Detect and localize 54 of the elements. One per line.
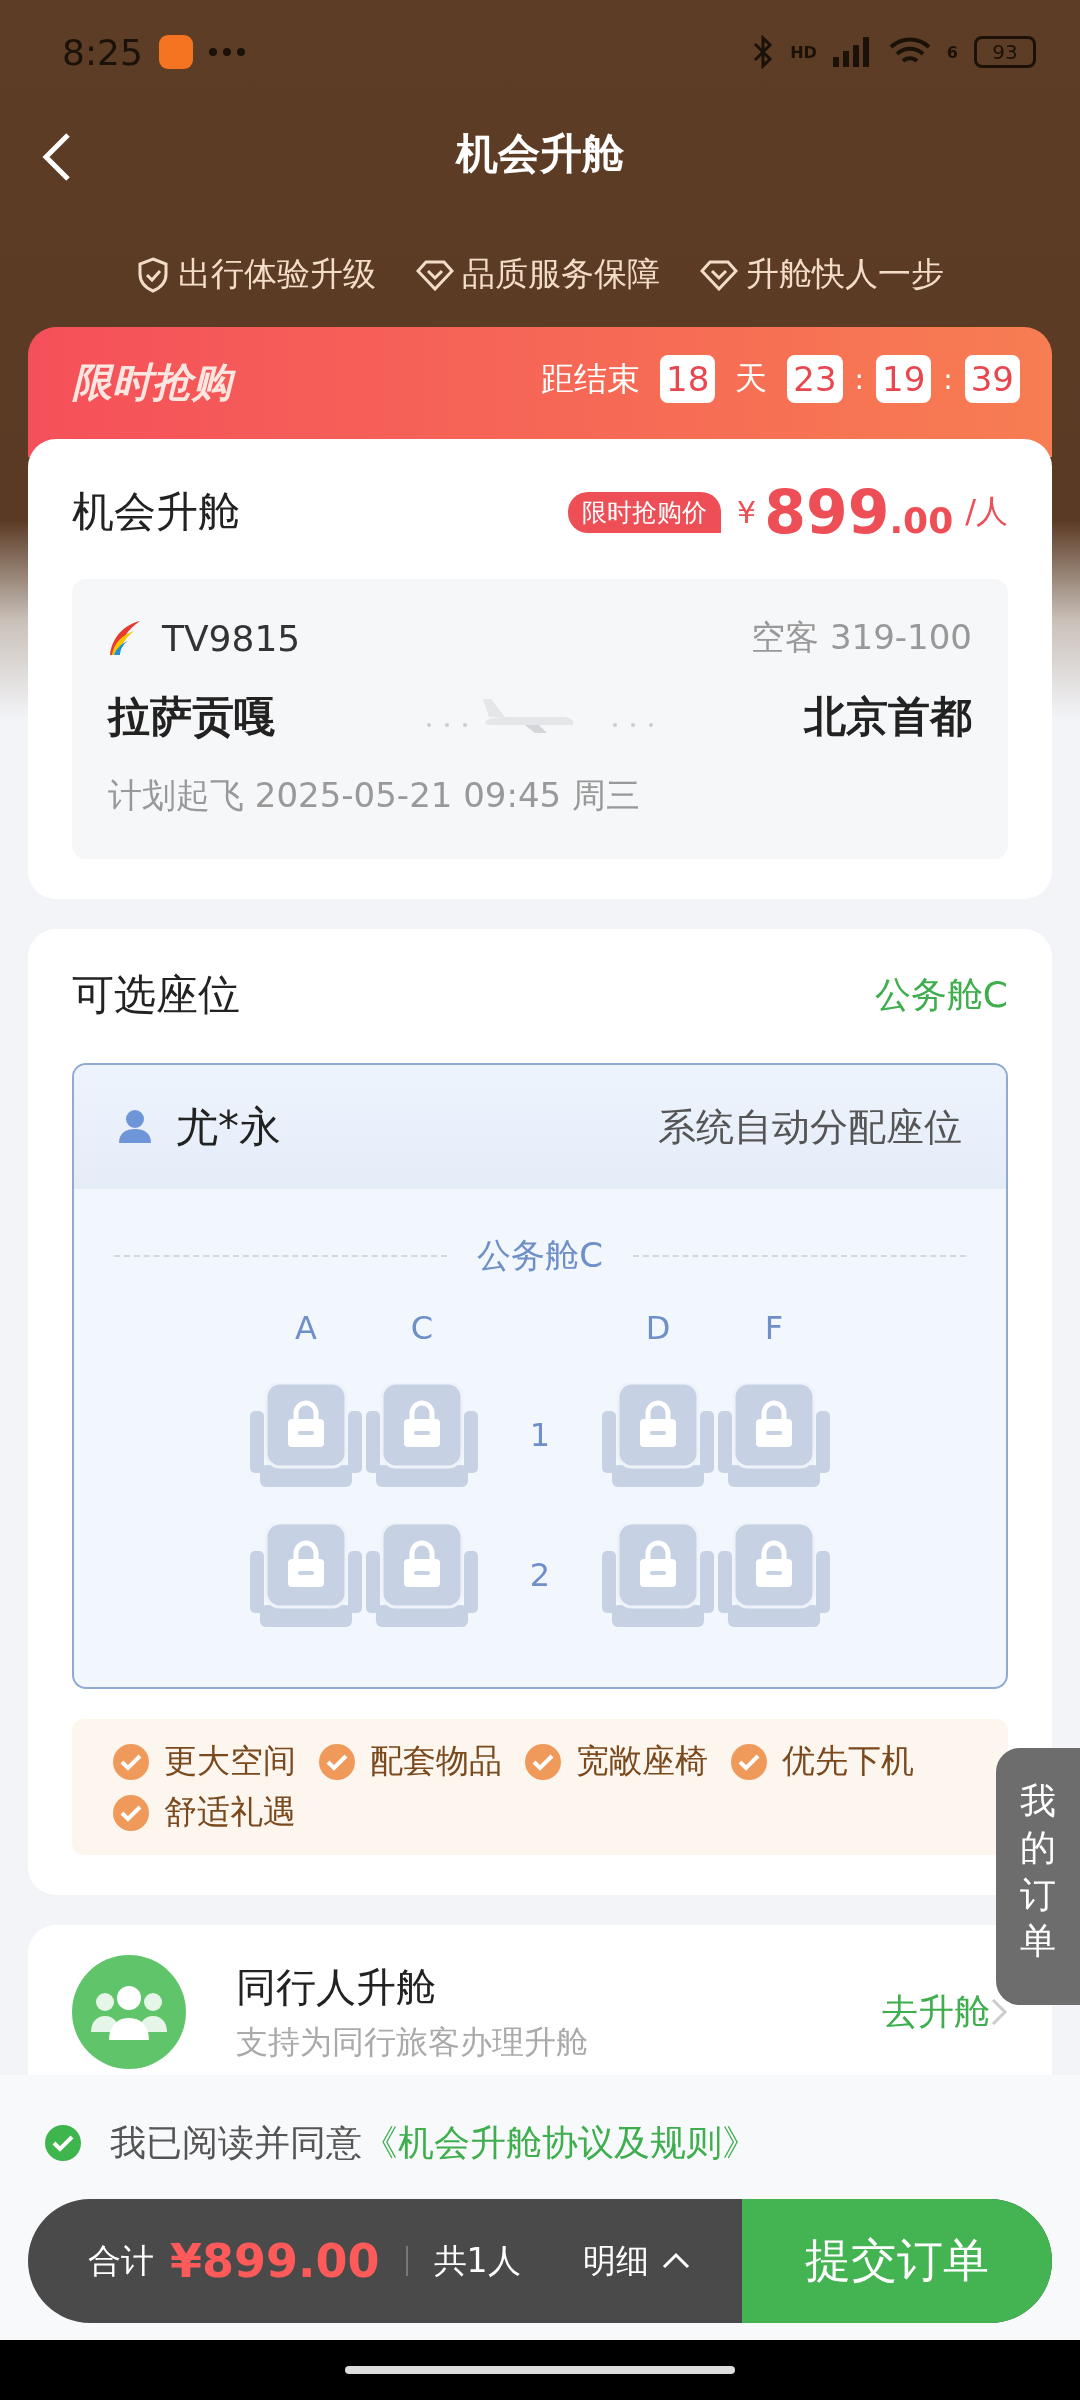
passenger-name: 尤*永 [176, 1101, 281, 1153]
status-time: 8:25 [62, 31, 143, 73]
countdown-digits: 23 [787, 355, 843, 403]
column-label: D [645, 1309, 671, 1347]
total-amount: ¥899.00 [170, 2234, 380, 2288]
row-number: 1 [529, 1416, 551, 1454]
card-title: 可选座位 [72, 969, 240, 1021]
departure-city: 拉萨贡嘎 [108, 691, 276, 743]
network-label: HD [790, 42, 817, 62]
feature-label: 升舱快人一步 [746, 253, 944, 295]
price-unit: /人 [965, 491, 1008, 532]
column-label: C [410, 1309, 434, 1347]
passenger-count: 共1人 [433, 2239, 521, 2282]
cabin-class: 公务舱C [874, 972, 1008, 1017]
countdown-unit: 天 [735, 358, 768, 399]
agreement-link[interactable]: 《机会升舱协议及规则》 [362, 2121, 758, 2163]
departure-time: 计划起飞 2025-05-21 09:45 周三 [108, 774, 641, 817]
total-label: 合计 [88, 2239, 154, 2282]
seat-assign-note: 系统自动分配座位 [658, 1103, 962, 1151]
countdown-digits: 39 [964, 355, 1020, 403]
upgrade-link[interactable]: 去升舱 [882, 1987, 990, 2037]
cabin-label: 公务舱C [477, 1234, 603, 1277]
companion-title: 同行人升舱 [236, 1962, 437, 2012]
countdown-separator: : [943, 362, 953, 396]
page-title: 机会升舱 [456, 128, 624, 180]
submit-order-button[interactable]: 提交订单 [742, 2199, 1052, 2323]
benefit-label: 舒适礼遇 [164, 1791, 296, 1833]
column-label: A [295, 1309, 317, 1347]
benefit-label: 更大空间 [164, 1740, 296, 1782]
arrival-city: 北京首都 [804, 691, 972, 743]
price-amount: 899 [764, 477, 890, 547]
countdown-digits: 19 [876, 355, 932, 403]
benefit-label: 配套物品 [370, 1740, 502, 1782]
countdown-label: 距结束 [541, 357, 641, 400]
detail-button[interactable]: 明细 [576, 2237, 697, 2285]
countdown-digits: 18 [660, 355, 716, 403]
flight-number: TV9815 [162, 617, 301, 659]
agreement-text: 我已阅读并同意《机会升舱协议及规则》 [110, 2120, 758, 2165]
card-title: 机会升舱 [72, 486, 240, 538]
aircraft-type: 空客 319-100 [751, 616, 972, 659]
price-decimals: .00 [889, 500, 954, 541]
my-orders-tab[interactable]: 我的订单 [996, 1748, 1080, 2006]
battery-level: 93 [974, 36, 1036, 68]
companion-subtitle: 支持为同行旅客办理升舱 [236, 2021, 589, 2063]
currency-sign: ¥ [737, 494, 757, 530]
row-number: 2 [529, 1556, 551, 1594]
column-label: F [764, 1309, 784, 1347]
feature-label: 出行体验升级 [178, 253, 376, 295]
wifi-label: 6 [946, 42, 958, 62]
benefit-label: 宽敞座椅 [576, 1740, 708, 1782]
benefit-label: 优先下机 [782, 1740, 914, 1782]
countdown-separator: : [854, 362, 865, 396]
price-tag: 限时抢购价 [568, 491, 722, 533]
feature-label: 品质服务保障 [462, 253, 660, 295]
